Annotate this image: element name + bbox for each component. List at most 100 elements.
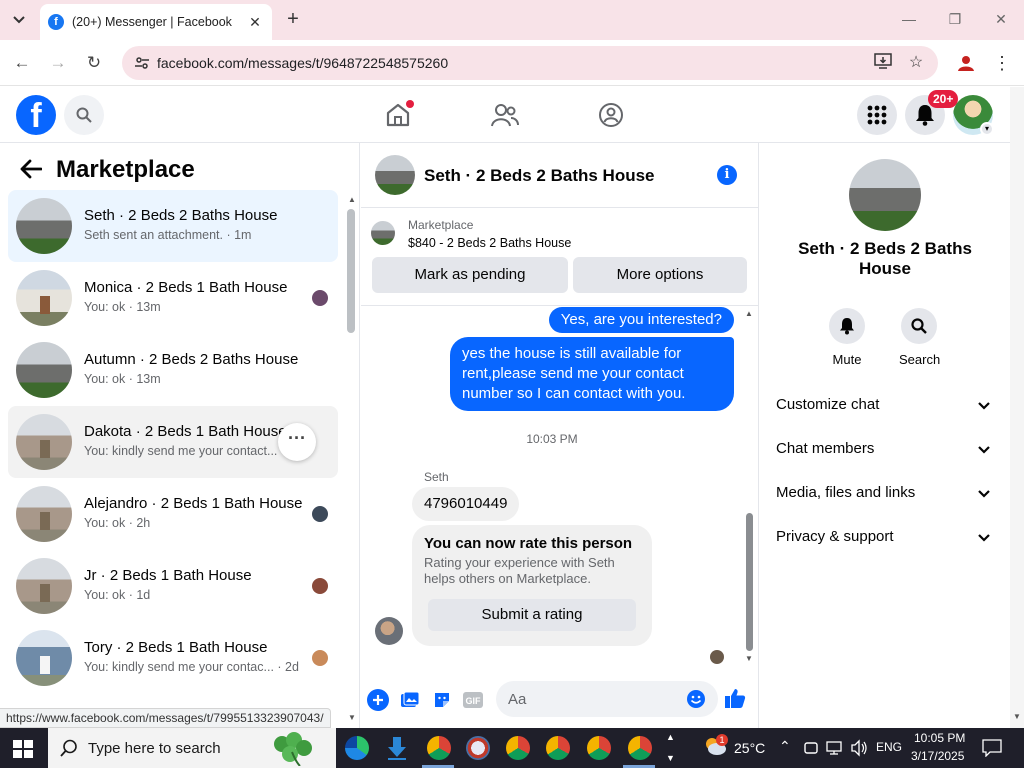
chat-preview: You: ok · 2h xyxy=(84,516,151,530)
conversation-title[interactable]: Seth · 2 Beds 2 Baths House xyxy=(424,166,655,186)
windows-start-icon[interactable] xyxy=(13,740,33,758)
chat-item-jr[interactable]: Jr · 2 Beds 1 Bath House You: ok · 1d xyxy=(8,550,338,622)
browser-profile-icon[interactable] xyxy=(956,53,976,73)
chat-list: Seth · 2 Beds 2 Baths House Seth sent an… xyxy=(8,190,338,694)
chat-item-dakota[interactable]: Dakota · 2 Beds 1 Bath House You: kindly… xyxy=(8,406,338,478)
page-scroll-down-arrow-icon[interactable]: ▼ xyxy=(1012,712,1022,721)
back-arrow-icon[interactable]: ← xyxy=(10,51,34,75)
details-name: Seth · 2 Beds 2 Baths House xyxy=(798,239,972,278)
sender-avatar[interactable] xyxy=(375,617,403,645)
section-privacy-support[interactable]: Privacy & support xyxy=(776,526,998,550)
thread-scrollbar[interactable] xyxy=(746,513,753,651)
url-text: facebook.com/messages/t/9648722548575260 xyxy=(157,55,449,71)
thumbs-up-icon[interactable] xyxy=(724,687,746,709)
message-composer: GIF Aa xyxy=(361,677,759,727)
tab-search-chevron-icon[interactable] xyxy=(6,8,32,32)
notification-center-icon[interactable] xyxy=(982,739,1002,757)
browser-menu-icon[interactable]: ⋮ xyxy=(992,51,1012,75)
mark-as-pending-button[interactable]: Mark as pending xyxy=(372,257,568,293)
chat-item-tory[interactable]: Tory · 2 Beds 1 Bath House You: kindly s… xyxy=(8,622,338,694)
active-tab[interactable]: f (20+) Messenger | Facebook ✕ xyxy=(40,4,272,40)
page-scrollbar[interactable]: ▼ xyxy=(1010,87,1024,728)
tab-close-icon[interactable]: ✕ xyxy=(246,14,264,31)
edge-browser-icon[interactable] xyxy=(345,736,369,760)
incoming-message: 4796010449 xyxy=(412,487,520,521)
taskbar-scroll-up-icon[interactable]: ▲ xyxy=(666,732,675,742)
chrome-profile-icon[interactable] xyxy=(587,736,611,760)
search-label: Search xyxy=(899,352,941,367)
rating-prompt-card: You can now rate this person Rating your… xyxy=(412,525,652,646)
gif-icon[interactable]: GIF xyxy=(462,689,484,711)
details-avatar[interactable] xyxy=(849,159,921,231)
chrome-profile-icon[interactable] xyxy=(546,736,570,760)
site-info-icon[interactable] xyxy=(134,55,150,71)
taskbar-search-box[interactable]: Type here to search xyxy=(48,728,336,768)
input-language[interactable]: ENG xyxy=(876,740,902,754)
search-action[interactable]: Search xyxy=(899,308,941,367)
pane-title: Marketplace xyxy=(56,156,195,183)
chat-more-options-button[interactable]: ··· xyxy=(278,423,316,461)
chrome-profile-icon[interactable] xyxy=(628,736,652,760)
network-icon[interactable] xyxy=(826,740,842,756)
taskbar-scroll-down-icon[interactable]: ▼ xyxy=(666,753,675,763)
listing-source: Marketplace xyxy=(408,218,474,232)
clock-date[interactable]: 3/17/2025 xyxy=(911,749,964,763)
minimize-icon[interactable]: — xyxy=(894,8,924,30)
groups-icon[interactable] xyxy=(595,99,627,131)
back-arrow-button[interactable] xyxy=(20,159,44,183)
chat-preview: You: ok · 1d xyxy=(84,588,151,602)
reload-icon[interactable]: ↻ xyxy=(82,51,106,75)
friends-icon[interactable] xyxy=(489,99,521,131)
submit-rating-button[interactable]: Submit a rating xyxy=(428,599,636,631)
show-hidden-icons-chevron-icon[interactable]: ⌃ xyxy=(779,738,791,755)
emoji-icon[interactable] xyxy=(685,688,707,710)
volume-icon[interactable] xyxy=(850,739,868,757)
omnibox[interactable]: facebook.com/messages/t/9648722548575260… xyxy=(122,46,938,80)
chat-item-alejandro[interactable]: Alejandro · 2 Beds 1 Bath House You: ok … xyxy=(8,478,338,550)
chat-preview: You: kindly send me your contac... · 2d xyxy=(84,660,299,674)
chrome-icon[interactable] xyxy=(427,736,451,760)
conversation-avatar[interactable] xyxy=(375,155,415,195)
link-status-bar: https://www.facebook.com/messages/t/7995… xyxy=(0,708,331,728)
notification-count-badge: 20+ xyxy=(928,90,959,108)
listing-thumbnail[interactable] xyxy=(371,221,395,245)
bookmark-star-icon[interactable]: ☆ xyxy=(906,53,926,73)
chat-name: Seth · 2 Beds 2 Baths House xyxy=(84,207,278,224)
restore-icon[interactable]: ❐ xyxy=(940,8,970,30)
plus-circle-icon[interactable] xyxy=(367,689,389,711)
outgoing-message: yes the house is still available for ren… xyxy=(450,337,734,411)
chrome-profile-icon[interactable] xyxy=(506,736,530,760)
more-options-button[interactable]: More options xyxy=(573,257,747,293)
browser-tab-strip: f (20+) Messenger | Facebook ✕ + — ❐ ✕ xyxy=(0,0,1024,40)
chat-list-scrollbar[interactable] xyxy=(347,209,355,333)
chat-item-monica[interactable]: Monica · 2 Beds 1 Bath House You: ok · 1… xyxy=(8,262,338,334)
section-chat-members[interactable]: Chat members xyxy=(776,438,998,462)
info-icon[interactable]: i xyxy=(717,165,737,185)
window-close-icon[interactable]: ✕ xyxy=(986,8,1016,30)
account-chevron-down-icon[interactable]: ▾ xyxy=(980,122,994,136)
listing-title[interactable]: $840 - 2 Beds 2 Baths House xyxy=(408,236,571,250)
mute-action[interactable]: Mute xyxy=(827,308,867,367)
section-media-files-links[interactable]: Media, files and links xyxy=(776,482,998,506)
downloads-arrow-icon[interactable] xyxy=(386,736,408,760)
photo-icon[interactable] xyxy=(399,689,421,711)
forward-arrow-icon[interactable]: → xyxy=(46,51,70,75)
chat-item-seth[interactable]: Seth · 2 Beds 2 Baths House Seth sent an… xyxy=(8,190,338,262)
thread-scroll-down-arrow-icon[interactable]: ▼ xyxy=(744,654,754,663)
scroll-up-arrow-icon[interactable]: ▲ xyxy=(347,195,357,204)
chat-item-autumn[interactable]: Autumn · 2 Beds 2 Baths House You: ok · … xyxy=(8,334,338,406)
weather-temperature[interactable]: 25°C xyxy=(734,740,765,756)
tab-title: (20+) Messenger | Facebook xyxy=(72,15,232,29)
clock-time[interactable]: 10:05 PM xyxy=(914,731,965,745)
new-tab-plus-icon[interactable]: + xyxy=(282,8,304,30)
scroll-down-arrow-icon[interactable]: ▼ xyxy=(347,713,357,722)
sticker-icon[interactable] xyxy=(431,689,453,711)
menu-grid-button[interactable] xyxy=(857,95,897,135)
meet-now-icon[interactable] xyxy=(804,740,818,756)
thread-scroll-up-arrow-icon[interactable]: ▲ xyxy=(744,309,754,318)
install-app-icon[interactable] xyxy=(873,53,893,73)
facebook-logo-icon[interactable]: f xyxy=(16,95,56,135)
section-customize-chat[interactable]: Customize chat xyxy=(776,394,998,418)
facebook-search-button[interactable] xyxy=(64,95,104,135)
paint-app-icon[interactable] xyxy=(466,736,490,760)
